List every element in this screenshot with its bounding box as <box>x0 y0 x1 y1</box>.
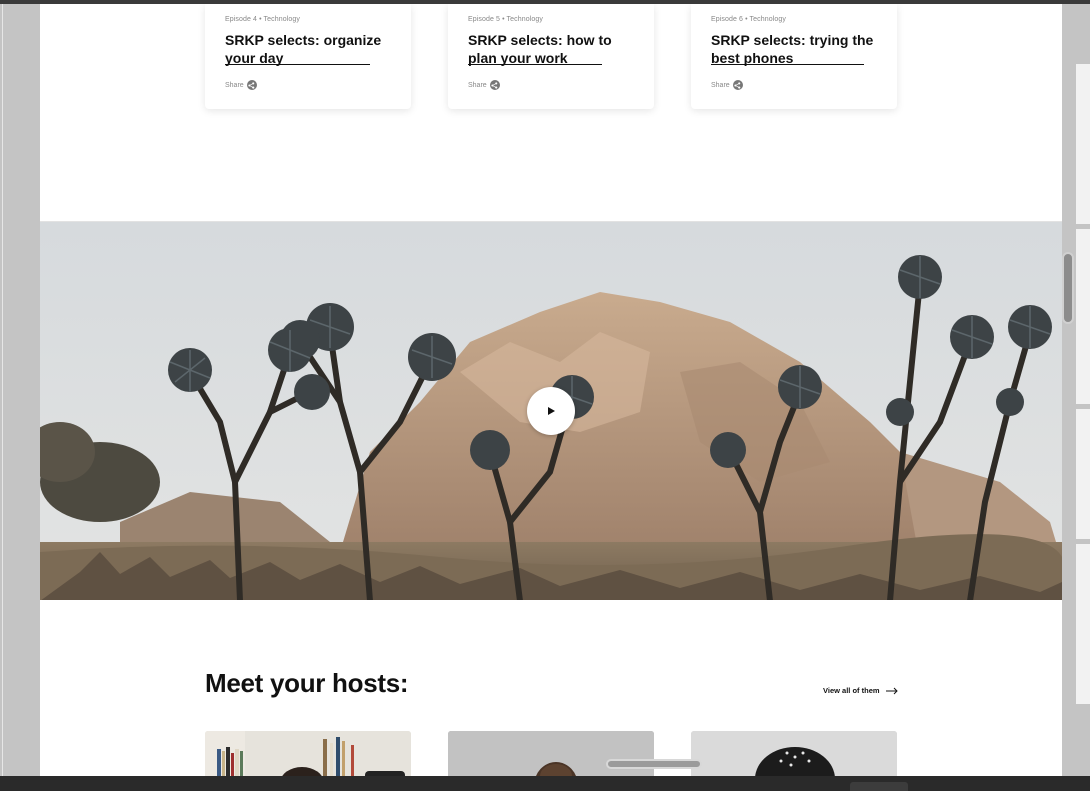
episode-meta: Episode 6 • Technology <box>711 16 786 23</box>
host-photo <box>448 731 654 776</box>
episode-card[interactable]: Episode 6 • Technology SRKP selects: try… <box>691 4 897 109</box>
bottom-bar <box>0 776 1090 791</box>
share-button[interactable]: Share <box>468 80 500 90</box>
view-all-link[interactable]: View all of them <box>823 686 898 695</box>
episode-meta: Episode 4 • Technology <box>225 16 300 23</box>
share-button[interactable]: Share <box>225 80 257 90</box>
title-underline <box>711 64 864 65</box>
title-underline <box>225 64 370 65</box>
share-label: Share <box>225 81 244 89</box>
share-icon <box>246 80 257 90</box>
play-button[interactable] <box>527 387 575 435</box>
share-label: Share <box>711 81 730 89</box>
episode-card[interactable]: Episode 4 • Technology SRKP selects: org… <box>205 4 411 109</box>
host-card[interactable] <box>205 731 411 776</box>
page-content: Episode 4 • Technology SRKP selects: org… <box>40 4 1062 776</box>
host-card[interactable] <box>691 731 897 776</box>
left-gutter <box>0 4 40 776</box>
share-button[interactable]: Share <box>711 80 743 90</box>
arrow-right-icon <box>885 687 898 694</box>
episode-title-link[interactable]: SRKP selects: how to plan your work <box>468 31 643 67</box>
host-card[interactable] <box>448 731 654 776</box>
play-icon <box>548 407 555 415</box>
share-icon <box>732 80 743 90</box>
episode-title-link[interactable]: SRKP selects: trying the best phones <box>711 31 886 67</box>
share-label: Share <box>468 81 487 89</box>
right-gutter <box>1062 4 1090 776</box>
host-photo <box>691 731 897 776</box>
host-photo <box>205 731 411 776</box>
horizontal-scrollbar-thumb[interactable] <box>606 759 702 769</box>
view-all-label: View all of them <box>823 686 880 695</box>
share-icon <box>489 80 500 90</box>
episode-meta: Episode 5 • Technology <box>468 16 543 23</box>
hero-video[interactable] <box>40 221 1062 600</box>
episode-title-link[interactable]: SRKP selects: organize your day <box>225 31 400 67</box>
vertical-scrollbar-thumb[interactable] <box>1062 252 1074 324</box>
episode-card[interactable]: Episode 5 • Technology SRKP selects: how… <box>448 4 654 109</box>
hosts-heading: Meet your hosts: <box>205 668 409 698</box>
title-underline <box>468 64 602 65</box>
